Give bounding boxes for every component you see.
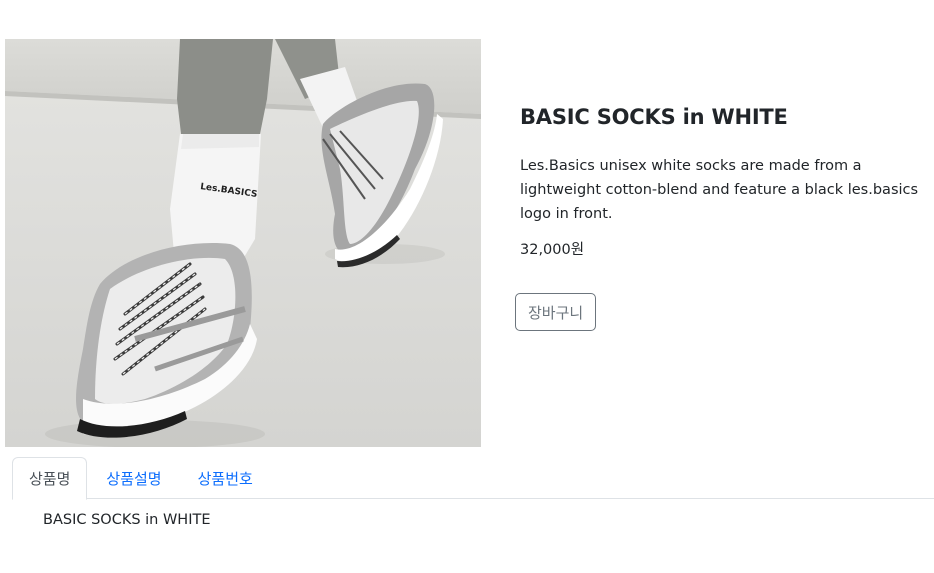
tab-product-name[interactable]: 상품명 [12,457,88,500]
tab-content: BASIC SOCKS in WHITE [43,512,211,528]
product-title: BASIC SOCKS in WHITE [520,105,788,129]
tab-product-description[interactable]: 상품설명 [89,457,178,499]
tab-product-number[interactable]: 상품번호 [181,457,270,499]
product-description: Les.Basics unisex white socks are made f… [520,158,919,222]
product-info: BASIC SOCKS in WHITE Les.Basics unisex w… [515,100,932,331]
product-price: 32,000원 [520,242,585,258]
add-to-cart-button[interactable]: 장바구니 [515,293,597,331]
product-tabs: 상품명 상품설명 상품번호 [12,457,934,500]
product-image: Les.BASICS [5,39,481,447]
product-photo-illustration: Les.BASICS [5,39,481,447]
